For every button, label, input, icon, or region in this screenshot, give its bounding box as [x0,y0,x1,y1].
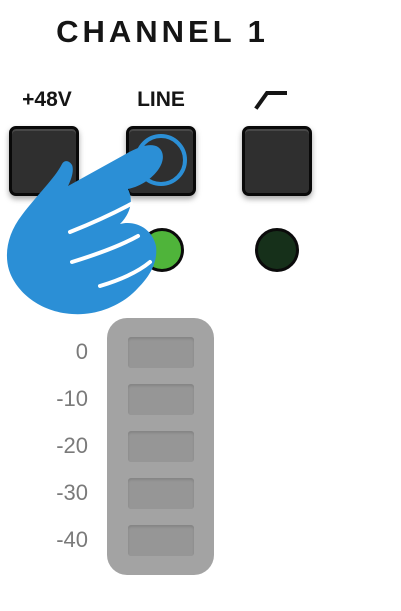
high-pass-filter-led [255,228,299,272]
meter-label-minus-10: -10 [56,386,88,411]
meter-label-minus-40: -40 [56,527,88,552]
phantom-power-button[interactable] [9,126,79,196]
meter-segment [128,431,194,462]
meter-segment [128,384,194,415]
meter-label-0: 0 [75,339,88,364]
line-label: LINE [137,88,185,111]
meter-label-minus-30: -30 [56,480,88,505]
channel-title: CHANNEL 1 [56,14,269,49]
high-pass-filter-button[interactable] [242,126,312,196]
meter-segment [128,337,194,368]
meter-label-minus-20: -20 [56,433,88,458]
meter-segment [128,478,194,509]
phantom-power-label: +48V [22,88,72,111]
line-led [140,228,184,272]
channel-strip: CHANNEL 1 +48V LINE 0 -10 -20 -30 -40 [0,0,401,611]
high-pass-filter-icon [248,86,296,112]
meter-segment [128,525,194,556]
line-button[interactable] [126,126,196,196]
